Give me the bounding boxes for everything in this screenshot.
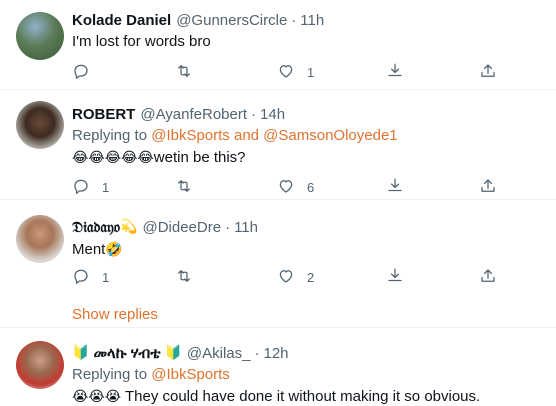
timestamp[interactable]: 11h [234, 219, 258, 236]
upload-button[interactable] [479, 267, 497, 287]
show-replies-link[interactable]: Show replies [72, 305, 158, 325]
timestamp[interactable]: 11h [300, 12, 324, 29]
share-icon [386, 62, 404, 83]
share-icon [386, 267, 404, 288]
tweet-text: Ment🤣 [72, 240, 540, 260]
display-name[interactable]: መላኩ ሃብቴ [93, 345, 160, 362]
tweet-2[interactable]: ROBERT @AyanfeRobert · 14h Replying to @… [0, 91, 556, 200]
avatar[interactable] [16, 341, 64, 389]
username[interactable]: @DideeDre [142, 219, 221, 236]
avatar[interactable] [16, 12, 64, 60]
action-bar: 1 [72, 62, 512, 82]
username[interactable]: @AyanfeRobert [140, 106, 247, 123]
retweet-button[interactable] [175, 267, 193, 287]
like-icon [277, 62, 295, 83]
upload-icon [479, 62, 497, 83]
share-button[interactable] [386, 177, 404, 197]
timestamp[interactable]: 12h [264, 345, 289, 362]
separator-dot: · [254, 344, 260, 362]
upload-icon [479, 267, 497, 288]
replying-to: Replying to @IbkSports [72, 365, 540, 385]
share-icon [386, 177, 404, 198]
username[interactable]: @GunnersCircle [176, 12, 287, 29]
tweet-text-body: Ment [72, 241, 106, 258]
timestamp[interactable]: 14h [260, 106, 285, 123]
action-bar: 1 2 [72, 267, 512, 287]
username[interactable]: @Akilas_ [187, 345, 251, 362]
reply-icon [72, 62, 90, 83]
avatar[interactable] [16, 101, 64, 149]
like-button[interactable]: 2 [277, 267, 314, 287]
replying-to-link[interactable]: @IbkSports and @SamsonOloyede1 [151, 127, 397, 144]
tweet-1[interactable]: Kolade Daniel @GunnersCircle · 11h I'm l… [0, 0, 556, 90]
retweet-icon [175, 177, 193, 198]
like-icon [277, 177, 295, 198]
share-button[interactable] [386, 267, 404, 287]
reply-button[interactable] [72, 62, 102, 82]
beginner-badge-emoji: 🔰 [72, 345, 90, 361]
beginner-badge-emoji: 🔰 [164, 345, 182, 361]
tweet-text: 😭😭😭 They could have done it without maki… [72, 387, 540, 406]
like-button[interactable]: 6 [277, 177, 314, 197]
replying-to-label: Replying to [72, 366, 152, 383]
like-icon [277, 267, 295, 288]
like-button[interactable]: 1 [277, 62, 314, 82]
separator-dot: · [291, 11, 297, 29]
like-count: 2 [307, 269, 315, 285]
tweet-text: 😂😂😂😂😂wetin be this? [72, 148, 540, 168]
display-name[interactable]: Kolade Daniel [72, 12, 171, 29]
display-name[interactable]: 𝔇𝔦𝔞𝔡𝔞𝔶𝔬 [72, 219, 120, 236]
crying-emoji: 😭😭😭 [72, 389, 122, 405]
avatar[interactable] [16, 215, 64, 263]
action-bar: 1 6 [72, 177, 512, 197]
like-count: 6 [307, 179, 315, 195]
separator-dot: · [251, 105, 257, 123]
upload-icon [479, 177, 497, 198]
rofl-emoji: 🤣 [105, 242, 123, 258]
tweet-4[interactable]: 🔰 መላኩ ሃብቴ 🔰 @Akilas_ · 12h Replying to @… [0, 329, 556, 406]
retweet-button[interactable] [175, 62, 193, 82]
upload-button[interactable] [479, 62, 497, 82]
retweet-icon [175, 62, 193, 83]
retweet-icon [175, 267, 193, 288]
retweet-button[interactable] [175, 177, 193, 197]
like-count: 1 [307, 64, 315, 80]
replying-to: Replying to @IbkSports and @SamsonOloyed… [72, 126, 540, 146]
reply-button[interactable]: 1 [72, 177, 109, 197]
reply-button[interactable]: 1 [72, 267, 109, 287]
upload-button[interactable] [479, 177, 497, 197]
replying-to-label: Replying to [72, 127, 152, 144]
reply-icon [72, 177, 90, 198]
separator-dot: · [225, 218, 231, 236]
reply-count: 1 [102, 269, 110, 285]
tweet-text: I'm lost for words bro [72, 33, 211, 50]
display-name[interactable]: ROBERT [72, 106, 135, 123]
sparkle-emoji: 💫 [120, 219, 138, 235]
reply-icon [72, 267, 90, 288]
tweet-text-body: wetin be this? [153, 149, 246, 166]
laughing-emoji: 😂😂😂😂😂 [72, 150, 154, 166]
tweet-text-body: They could have done it without making i… [124, 388, 481, 405]
reply-count: 1 [102, 179, 110, 195]
replying-to-link[interactable]: @IbkSports [151, 366, 230, 383]
share-button[interactable] [386, 62, 404, 82]
